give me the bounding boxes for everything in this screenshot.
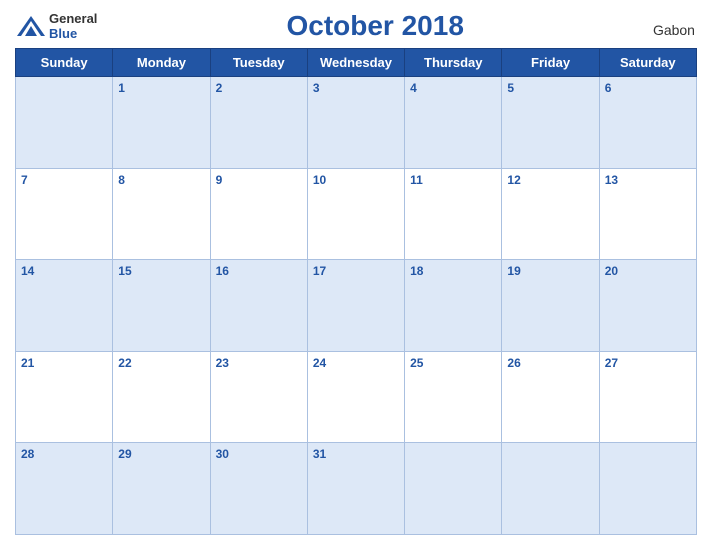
calendar-cell: 29 xyxy=(113,443,210,535)
calendar-cell: 4 xyxy=(405,77,502,169)
calendar-cell: 5 xyxy=(502,77,599,169)
calendar-cell: 3 xyxy=(307,77,404,169)
calendar-cell: 17 xyxy=(307,260,404,352)
calendar-cell: 14 xyxy=(16,260,113,352)
logo: General Blue xyxy=(17,11,97,41)
calendar-cell: 9 xyxy=(210,168,307,260)
day-header-friday: Friday xyxy=(502,49,599,77)
calendar-week-4: 21222324252627 xyxy=(16,351,697,443)
calendar-cell: 27 xyxy=(599,351,696,443)
page-header: General Blue October 2018 Gabon xyxy=(15,10,697,42)
calendar-title-block: October 2018 xyxy=(286,10,463,42)
calendar-cell: 30 xyxy=(210,443,307,535)
calendar-cell: 8 xyxy=(113,168,210,260)
calendar-cell: 19 xyxy=(502,260,599,352)
calendar-cell xyxy=(599,443,696,535)
calendar-cell: 31 xyxy=(307,443,404,535)
calendar-body: 1234567891011121314151617181920212223242… xyxy=(16,77,697,535)
day-header-saturday: Saturday xyxy=(599,49,696,77)
calendar-cell: 15 xyxy=(113,260,210,352)
calendar-cell: 11 xyxy=(405,168,502,260)
logo-text: General Blue xyxy=(49,11,97,41)
calendar-cell: 13 xyxy=(599,168,696,260)
calendar-cell: 1 xyxy=(113,77,210,169)
calendar-cell: 10 xyxy=(307,168,404,260)
day-header-thursday: Thursday xyxy=(405,49,502,77)
calendar-cell: 18 xyxy=(405,260,502,352)
calendar-cell xyxy=(16,77,113,169)
calendar-week-1: 123456 xyxy=(16,77,697,169)
logo-general-text: General xyxy=(49,11,97,26)
calendar-cell: 22 xyxy=(113,351,210,443)
calendar-week-3: 14151617181920 xyxy=(16,260,697,352)
calendar-header-row: SundayMondayTuesdayWednesdayThursdayFrid… xyxy=(16,49,697,77)
calendar-cell: 16 xyxy=(210,260,307,352)
calendar-cell: 24 xyxy=(307,351,404,443)
calendar-cell: 23 xyxy=(210,351,307,443)
day-header-sunday: Sunday xyxy=(16,49,113,77)
calendar-table: SundayMondayTuesdayWednesdayThursdayFrid… xyxy=(15,48,697,535)
calendar-cell xyxy=(405,443,502,535)
calendar-cell: 26 xyxy=(502,351,599,443)
calendar-cell xyxy=(502,443,599,535)
calendar-cell: 28 xyxy=(16,443,113,535)
calendar-cell: 20 xyxy=(599,260,696,352)
logo-blue-text: Blue xyxy=(49,26,97,41)
calendar-cell: 2 xyxy=(210,77,307,169)
calendar-cell: 25 xyxy=(405,351,502,443)
calendar-cell: 6 xyxy=(599,77,696,169)
country-label: Gabon xyxy=(653,22,695,42)
day-header-wednesday: Wednesday xyxy=(307,49,404,77)
calendar-week-5: 28293031 xyxy=(16,443,697,535)
logo-icon xyxy=(17,16,45,36)
calendar-cell: 21 xyxy=(16,351,113,443)
day-header-tuesday: Tuesday xyxy=(210,49,307,77)
calendar-title: October 2018 xyxy=(286,10,463,42)
calendar-cell: 7 xyxy=(16,168,113,260)
calendar-week-2: 78910111213 xyxy=(16,168,697,260)
day-header-monday: Monday xyxy=(113,49,210,77)
calendar-cell: 12 xyxy=(502,168,599,260)
